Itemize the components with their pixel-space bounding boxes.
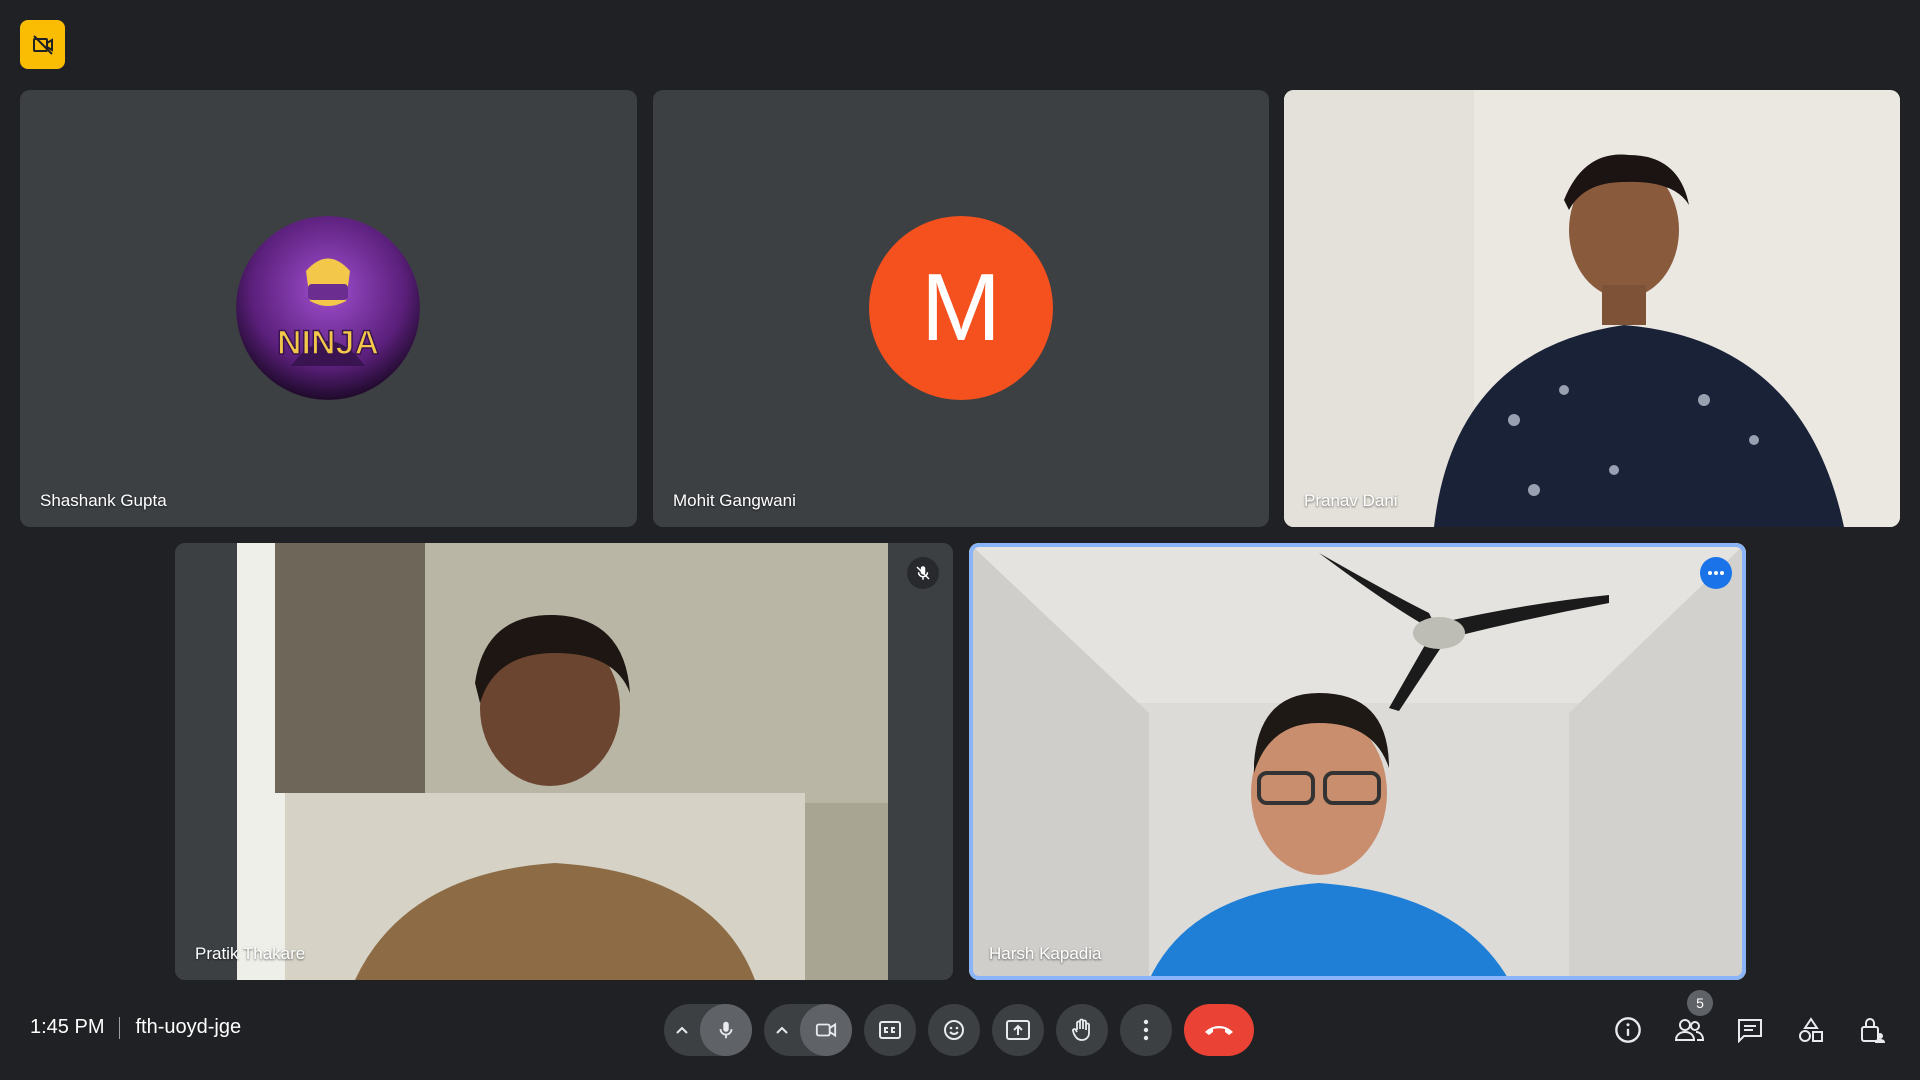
tile-more-options-button[interactable] (1700, 557, 1732, 589)
participant-name: Harsh Kapadia (989, 944, 1102, 963)
call-controls (664, 1004, 1254, 1056)
people-icon (1674, 1019, 1704, 1041)
chat-button[interactable] (1726, 1004, 1774, 1056)
participant-name: Shashank Gupta (40, 491, 167, 510)
info-icon (1615, 1017, 1641, 1043)
video-feed (175, 543, 953, 980)
avatar: NINJA (236, 216, 420, 400)
video-feed (1284, 90, 1900, 527)
participant-name: Mohit Gangwani (673, 491, 796, 510)
meeting-details: 1:45 PM fth-uoyd-jge (30, 1016, 241, 1039)
side-panel-controls: 5 (1604, 990, 1896, 1056)
microphone-button[interactable] (700, 1004, 752, 1056)
chevron-up-icon (776, 1026, 788, 1034)
recording-off-badge[interactable] (20, 20, 65, 69)
call-end-icon (1205, 1026, 1233, 1035)
participant-tile[interactable]: Pranav Dani (1284, 90, 1900, 527)
mic-icon (719, 1021, 733, 1039)
people-button[interactable]: 5 (1665, 990, 1713, 1056)
mic-off-icon (916, 566, 930, 580)
captions-button[interactable] (864, 1004, 916, 1056)
more-vert-icon (1143, 1019, 1149, 1041)
hand-icon (1072, 1018, 1090, 1041)
meeting-code: fth-uoyd-jge (135, 1016, 242, 1038)
participant-tile[interactable]: Harsh Kapadia (969, 543, 1746, 980)
video-settings-button[interactable] (764, 1004, 800, 1056)
participant-tile[interactable]: Pratik Thakare (175, 543, 953, 980)
more-horiz-icon (1708, 571, 1724, 575)
participant-tile[interactable]: NINJA Shashank Gupta (20, 90, 637, 527)
videocam-icon (815, 1022, 837, 1038)
video-feed (969, 543, 1746, 980)
reactions-button[interactable] (928, 1004, 980, 1056)
participant-name: Pratik Thakare (195, 944, 306, 963)
present-screen-button[interactable] (992, 1004, 1044, 1056)
participant-name: Pranav Dani (1304, 491, 1398, 510)
participant-tile[interactable]: M Mohit Gangwani (653, 90, 1269, 527)
leave-call-button[interactable] (1184, 1004, 1254, 1056)
lock-person-icon (1861, 1018, 1885, 1043)
more-options-button[interactable] (1120, 1004, 1172, 1056)
closed-captions-icon (879, 1021, 901, 1039)
chat-icon (1738, 1019, 1762, 1043)
meeting-time: 1:45 PM (30, 1016, 105, 1038)
avatar: M (869, 216, 1053, 400)
camera-button[interactable] (800, 1004, 852, 1056)
host-controls-button[interactable] (1848, 1004, 1896, 1056)
present-to-all-icon (1006, 1020, 1030, 1040)
activities-button[interactable] (1787, 1004, 1835, 1056)
raise-hand-button[interactable] (1056, 1004, 1108, 1056)
camera-control-group (764, 1004, 852, 1056)
mic-control-group (664, 1004, 752, 1056)
muted-indicator (907, 557, 939, 589)
shapes-icon (1799, 1017, 1823, 1042)
audio-settings-button[interactable] (664, 1004, 700, 1056)
avatar-logo-text: NINJA (277, 324, 379, 362)
participant-count-badge: 5 (1687, 990, 1713, 1016)
chevron-up-icon (676, 1026, 688, 1034)
video-off-icon (32, 34, 53, 55)
emoji-icon (944, 1020, 964, 1040)
divider (119, 1016, 121, 1039)
meeting-details-button[interactable] (1604, 1004, 1652, 1056)
